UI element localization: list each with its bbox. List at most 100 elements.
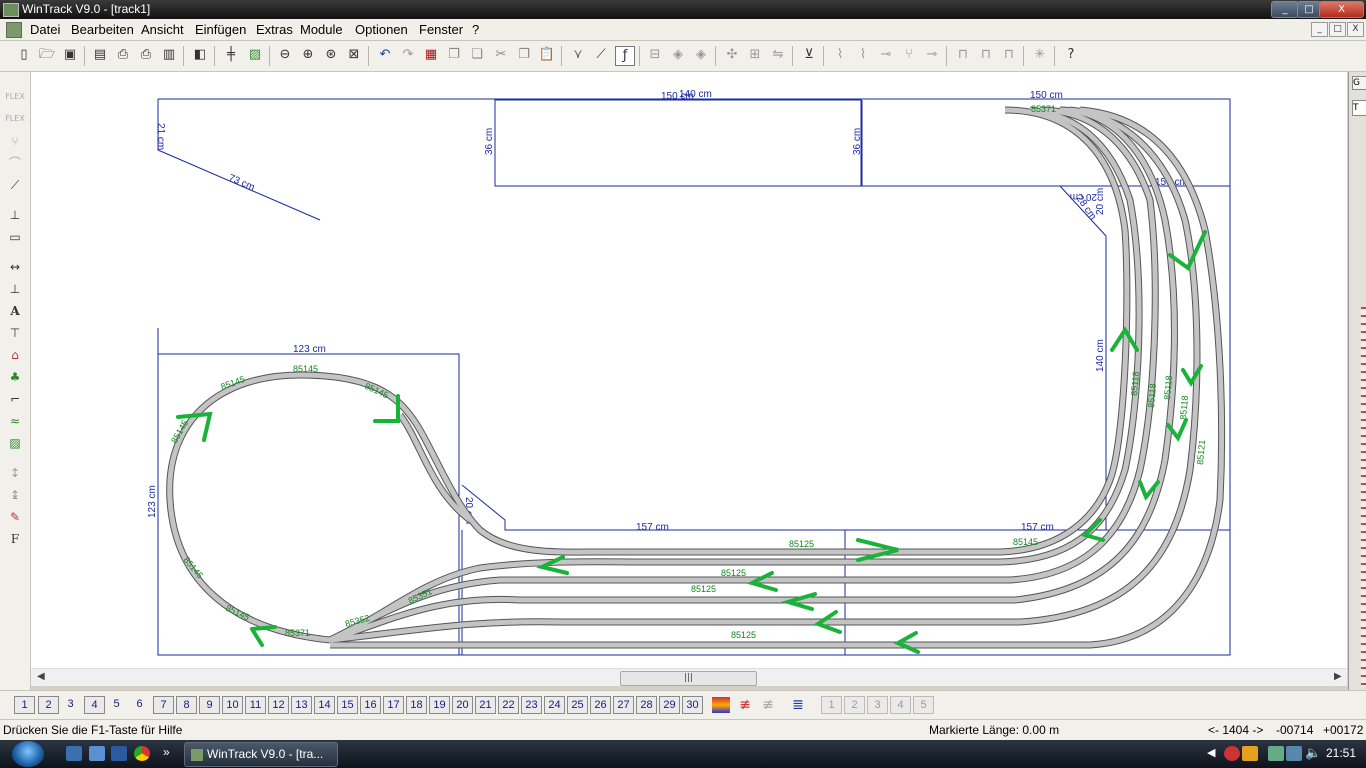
drawing-canvas[interactable]: 21 cm 73 cm 150 cm 140 cm 36 cm 36 cm 15… xyxy=(31,72,1347,668)
layer-button[interactable]: 10 xyxy=(222,696,243,714)
profile-icon[interactable]: ▨ xyxy=(5,434,25,452)
layer-button[interactable]: 18 xyxy=(406,696,427,714)
zoom-all-icon[interactable]: ⊠ xyxy=(345,46,363,64)
cross-icon[interactable]: ⊸ xyxy=(923,46,941,64)
close-button[interactable]: X xyxy=(1319,1,1364,18)
edit-icon[interactable]: ✎ xyxy=(5,508,25,526)
layer-button[interactable]: 20 xyxy=(452,696,473,714)
menu-fenster[interactable]: Fenster xyxy=(419,22,463,37)
help-icon[interactable]: ? xyxy=(1062,46,1080,64)
layer-button[interactable]: 28 xyxy=(636,696,657,714)
minimize-button[interactable]: _ xyxy=(1271,1,1299,18)
menu-optionen[interactable]: Optionen xyxy=(355,22,408,37)
save-icon[interactable]: ▣ xyxy=(61,46,79,64)
layer-button[interactable]: 17 xyxy=(383,696,404,714)
duplicate-icon[interactable]: ❏ xyxy=(468,46,486,64)
layer-button[interactable]: 14 xyxy=(314,696,335,714)
network-icon[interactable] xyxy=(1268,746,1284,761)
export-icon[interactable]: ◧ xyxy=(191,46,209,64)
connect-icon[interactable]: ⊻ xyxy=(800,46,818,64)
open-icon[interactable]: 🗁 xyxy=(38,46,56,64)
straight-track-icon[interactable]: ⟋ xyxy=(5,176,25,194)
layer-button[interactable]: 24 xyxy=(544,696,565,714)
grid-icon[interactable]: ╪ xyxy=(222,46,240,64)
layer-button[interactable]: 5 xyxy=(107,696,126,712)
paste-icon[interactable]: 📋 xyxy=(538,46,556,64)
dimension-icon[interactable]: ↔ xyxy=(5,258,25,276)
flex-2-icon[interactable]: FLEX xyxy=(5,110,25,128)
height-down-icon[interactable]: ↨ xyxy=(5,486,25,504)
layer-button[interactable]: 29 xyxy=(659,696,680,714)
layer-button[interactable]: 13 xyxy=(291,696,312,714)
cut-icon[interactable]: ✂ xyxy=(492,46,510,64)
mdi-restore-button[interactable]: □ xyxy=(1329,22,1346,37)
align-icon[interactable]: ⊞ xyxy=(746,46,764,64)
layer-delete-icon[interactable]: ≢ xyxy=(736,697,754,713)
menu-datei[interactable]: Datei xyxy=(30,22,60,37)
layer-button[interactable]: 30 xyxy=(682,696,703,714)
group-icon[interactable]: ◈ xyxy=(669,46,687,64)
mirror-icon[interactable]: ⇋ xyxy=(769,46,787,64)
panel-tab[interactable]: G xyxy=(1352,76,1366,90)
print-icon[interactable]: ⎙ xyxy=(114,46,132,64)
split-icon[interactable]: ⌇ xyxy=(831,46,849,64)
mail-icon[interactable] xyxy=(66,746,82,761)
branch-icon[interactable]: ⑂ xyxy=(900,46,918,64)
explorer-icon[interactable] xyxy=(111,746,127,761)
layer-edit-icon[interactable]: ≢ xyxy=(759,697,777,713)
measure-icon[interactable]: ⌇ xyxy=(854,46,872,64)
extra-layer-button[interactable]: 1 xyxy=(821,696,842,714)
turnout-icon[interactable]: ⑂ xyxy=(5,132,25,150)
zoom-out-icon[interactable]: ⊖ xyxy=(276,46,294,64)
bridge-tool-icon[interactable]: ⊥ xyxy=(5,206,25,224)
extra-layer-button[interactable]: 5 xyxy=(913,696,934,714)
horizontal-scrollbar[interactable]: ◀ ||| ▶ xyxy=(31,668,1347,686)
chrome-icon[interactable] xyxy=(134,746,150,761)
landscape-icon[interactable]: ♣ xyxy=(5,368,25,386)
height-tool-icon[interactable]: ⊥ xyxy=(5,280,25,298)
docked-panel[interactable]: G T xyxy=(1348,72,1366,690)
menu-ansicht[interactable]: Ansicht xyxy=(141,22,184,37)
printer-setup-icon[interactable]: ⎙ xyxy=(137,46,155,64)
scroll-thumb[interactable]: ||| xyxy=(620,671,757,686)
layer-button[interactable]: 7 xyxy=(153,696,174,714)
tray-arrow-icon[interactable]: ◀ xyxy=(1207,746,1215,759)
zoom-window-icon[interactable]: ⊛ xyxy=(322,46,340,64)
warning-icon[interactable] xyxy=(1242,746,1258,761)
undo-icon[interactable]: ↶ xyxy=(376,46,394,64)
layer-button[interactable]: 12 xyxy=(268,696,289,714)
layers-icon[interactable] xyxy=(712,697,730,713)
layer-button[interactable]: 1 xyxy=(14,696,35,714)
layer-button[interactable]: 6 xyxy=(130,696,149,712)
layer-button[interactable]: 19 xyxy=(429,696,450,714)
redo-icon[interactable]: ↷ xyxy=(399,46,417,64)
flex-icon[interactable]: FLEX xyxy=(5,88,25,106)
tunnel-icon[interactable]: ⊓ xyxy=(977,46,995,64)
new-icon[interactable]: ▯ xyxy=(15,46,33,64)
picture-icon[interactable]: ▨ xyxy=(246,46,264,64)
layer-button[interactable]: 15 xyxy=(337,696,358,714)
scroll-left-icon[interactable]: ◀ xyxy=(37,671,45,682)
quicklaunch-more-icon[interactable]: » xyxy=(163,745,170,759)
layer-button[interactable]: 8 xyxy=(176,696,197,714)
clipboard-icon[interactable]: ❐ xyxy=(515,46,533,64)
extra-layer-button[interactable]: 4 xyxy=(890,696,911,714)
settings-icon[interactable]: ✳ xyxy=(1031,46,1049,64)
layer-button[interactable]: 2 xyxy=(38,696,59,714)
building-icon[interactable]: ⌂ xyxy=(5,346,25,364)
volume-icon[interactable]: 🔈 xyxy=(1305,745,1321,761)
layer-button[interactable]: 25 xyxy=(567,696,588,714)
curve-icon[interactable]: ⟋ xyxy=(592,46,610,64)
display-icon[interactable] xyxy=(1286,746,1302,761)
taskbar-wintrack-item[interactable]: WinTrack V9.0 - [tra... xyxy=(184,742,338,767)
layer-button[interactable]: 26 xyxy=(590,696,611,714)
menu-help[interactable]: ? xyxy=(472,22,479,37)
layer-button[interactable]: 4 xyxy=(84,696,105,714)
number-icon[interactable]: ⊤ xyxy=(5,324,25,342)
height-up-icon[interactable]: ↕ xyxy=(5,464,25,482)
panel-field[interactable]: T xyxy=(1352,100,1366,116)
layer-button[interactable]: 27 xyxy=(613,696,634,714)
layer-button[interactable]: 9 xyxy=(199,696,220,714)
menu-bearbeiten[interactable]: Bearbeiten xyxy=(71,22,134,37)
document-icon[interactable] xyxy=(6,22,22,38)
